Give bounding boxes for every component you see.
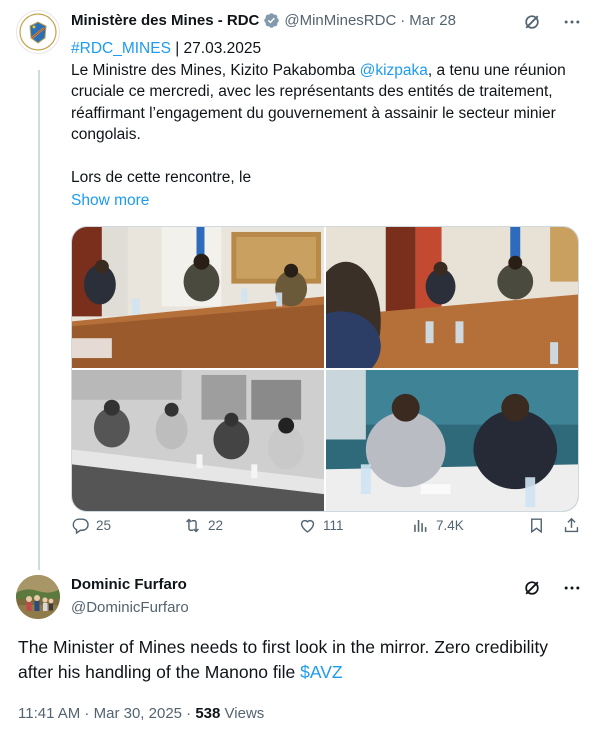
tweet-text-part1: Le Ministre des Mines, Kizito Pakabomba — [71, 61, 360, 79]
share-button[interactable] — [562, 516, 581, 535]
views-count: 7.4K — [436, 517, 464, 533]
like-button[interactable]: 111 — [298, 516, 344, 535]
thread-line — [38, 70, 40, 570]
separator-dot: · — [182, 705, 196, 722]
heart-icon — [300, 519, 315, 533]
author-handle[interactable]: @MinMinesRDC — [284, 12, 396, 29]
more-options-icon[interactable] — [562, 12, 582, 32]
hashtag-link[interactable]: #RDC_MINES — [71, 40, 171, 57]
grok-icon[interactable] — [522, 578, 542, 598]
repost-icon — [186, 518, 199, 532]
reply-time[interactable]: 11:41 AM — [18, 705, 80, 722]
grok-icon[interactable] — [522, 12, 542, 32]
reply-views-count: 538 — [195, 705, 221, 722]
avatar-photo — [16, 575, 60, 619]
date-tag: | 27.03.2025 — [170, 40, 262, 57]
verified-badge-icon — [263, 12, 280, 29]
ministry-seal-icon — [19, 13, 57, 51]
reply-date[interactable]: Mar 30, 2025 — [94, 705, 182, 722]
bookmark-icon — [531, 517, 542, 533]
reply-top-actions — [522, 578, 582, 598]
ministry-avatar[interactable] — [16, 10, 60, 54]
photo-4[interactable] — [326, 370, 578, 511]
reply-meta: 11:41 AM · Mar 30, 2025 · 538 Views — [18, 705, 264, 722]
reply-views-label: Views — [220, 705, 265, 722]
reply-author-name[interactable]: Dominic Furfaro — [71, 576, 187, 593]
reply-button[interactable]: 25 — [71, 516, 111, 535]
reply-body: The Minister of Mines needs to first loo… — [18, 635, 583, 685]
tweet-date[interactable]: Mar 28 — [409, 12, 456, 29]
author-name[interactable]: Ministère des Mines - RDC — [71, 12, 259, 29]
show-more-link[interactable]: Show more — [71, 192, 149, 210]
separator-dot: · — [400, 12, 406, 29]
tweet-header: Ministère des Mines - RDC @MinMinesRDC ·… — [71, 12, 456, 29]
reply-icon — [72, 517, 89, 534]
bookmark-button[interactable] — [527, 516, 546, 535]
like-count: 111 — [323, 517, 344, 533]
reply-avatar[interactable] — [16, 575, 60, 619]
photo-2[interactable] — [326, 227, 578, 368]
reply-author-handle[interactable]: @DominicFurfaro — [71, 599, 189, 616]
repost-button[interactable]: 22 — [183, 516, 223, 535]
views-chart-icon — [414, 519, 427, 532]
tweet-text-part3: Lors de cette rencontre, le — [71, 169, 252, 186]
separator-dot: · — [80, 705, 94, 722]
reply-text: The Minister of Mines needs to first loo… — [18, 637, 549, 682]
reply-count: 25 — [96, 517, 112, 533]
photo-3[interactable] — [72, 370, 324, 511]
media-grid — [71, 226, 579, 512]
photo-1[interactable] — [72, 227, 324, 368]
mention-link[interactable]: @kizpaka — [360, 62, 428, 79]
tweet-body: #RDC_MINES | 27.03.2025 Le Ministre des … — [71, 38, 581, 189]
share-icon — [564, 517, 579, 532]
repost-count: 22 — [208, 517, 224, 533]
tweet-top-actions — [522, 12, 582, 32]
more-options-icon[interactable] — [562, 578, 582, 598]
views-button[interactable]: 7.4K — [411, 516, 464, 535]
cashtag-link[interactable]: $AVZ — [300, 662, 342, 682]
